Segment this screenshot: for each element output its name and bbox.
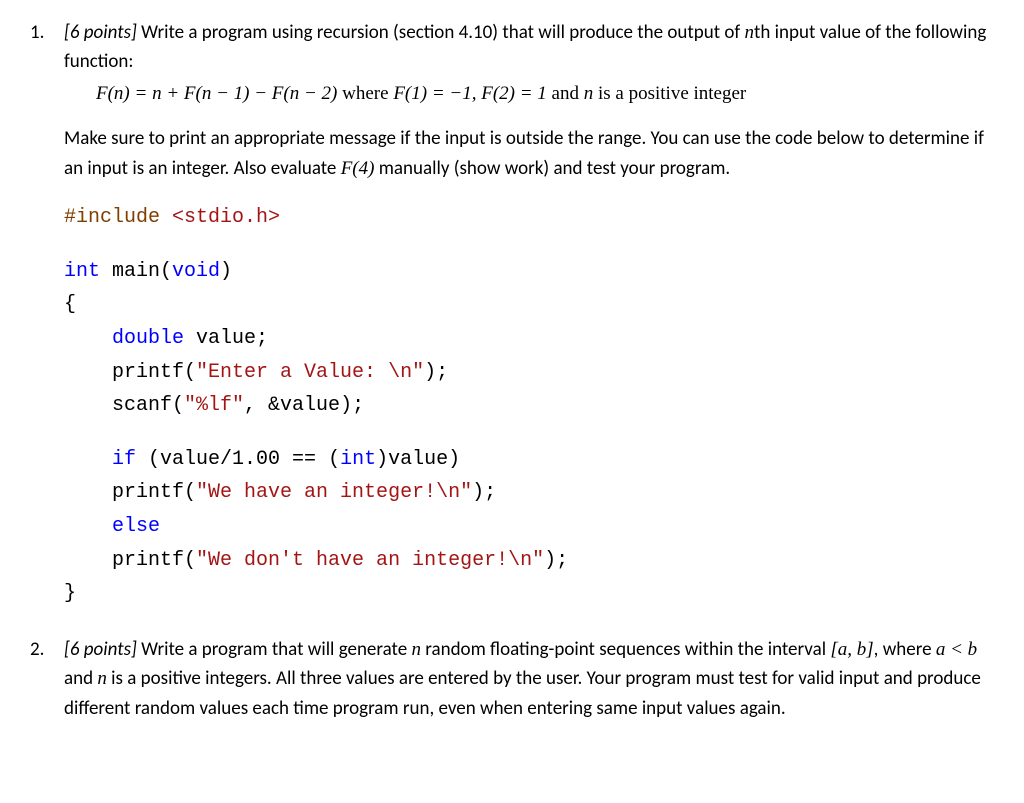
code-printf1-c: );	[424, 361, 448, 384]
code-printf2-str: "We have an integer!\n"	[196, 481, 472, 504]
q1-intro-a: Write a program using recursion (section…	[137, 21, 745, 44]
code-printf2-c: );	[472, 481, 496, 504]
question-2-number: 2.	[30, 635, 64, 664]
question-2-header: 2. [6 points] Write a program that will …	[30, 635, 994, 723]
code-int-kw: int	[64, 260, 100, 283]
code-else-indent	[64, 515, 112, 538]
code-brace-open: {	[64, 293, 76, 316]
question-1-number: 1.	[30, 18, 64, 47]
code-if-indent	[64, 448, 112, 471]
code-include-hdr: <stdio.h>	[172, 206, 280, 229]
code-include-kw: #include	[64, 206, 172, 229]
code-printf1-str: "Enter a Value: \n"	[196, 361, 424, 384]
code-brace-close: }	[64, 582, 76, 605]
q1-formula-main: F(n) = n + F(n − 1) − F(n − 2)	[96, 83, 337, 104]
question-1-points: [6 points]	[64, 21, 137, 44]
q1-para2-b: manually (show work) and test your progr…	[374, 157, 730, 180]
q1-formula-n: n	[584, 83, 594, 104]
code-scanf-a: scanf(	[64, 394, 184, 417]
q2-n: n	[411, 639, 421, 660]
code-printf2-a: printf(	[64, 481, 196, 504]
q2-text-d: and	[64, 667, 97, 690]
q2-interval: [a, b]	[830, 639, 873, 660]
q2-n2: n	[97, 668, 107, 689]
question-2: 2. [6 points] Write a program that will …	[30, 635, 994, 723]
code-else-kw: else	[112, 515, 160, 538]
q2-text-b: random floating-point sequences within t…	[421, 638, 830, 661]
q1-nth-n: n	[745, 22, 755, 43]
q1-formula-cond: F(1) = −1, F(2) = 1	[393, 83, 546, 104]
q1-para2: Make sure to print an appropriate messag…	[64, 124, 994, 183]
q1-formula-tail: is a positive integer	[593, 83, 746, 104]
q1-para2-f4: F(4)	[341, 158, 375, 179]
q1-formula: F(n) = n + F(n − 1) − F(n − 2) where F(1…	[64, 79, 994, 108]
q2-ineq: a < b	[936, 639, 977, 660]
q1-code-block: #include <stdio.h> int main(void) { doub…	[64, 201, 994, 611]
q1-formula-and: and	[547, 83, 584, 104]
code-main-close: )	[220, 260, 232, 283]
question-2-points: [6 points]	[64, 638, 137, 661]
code-printf3-str: "We don't have an integer!\n"	[196, 549, 544, 572]
q2-text-a: Write a program that will generate	[137, 638, 412, 661]
code-scanf-c: , &value);	[244, 394, 364, 417]
code-scanf-str: "%lf"	[184, 394, 244, 417]
code-printf3-a: printf(	[64, 549, 196, 572]
code-l4-indent	[64, 327, 112, 350]
code-printf3-c: );	[544, 549, 568, 572]
code-double-kw: double	[112, 327, 184, 350]
code-if-cond-a: (value/1.00 == (	[136, 448, 340, 471]
code-value-decl: value;	[184, 327, 268, 350]
question-1: 1. [6 points] Write a program using recu…	[30, 18, 994, 611]
code-if-cond-b: )value)	[376, 448, 460, 471]
q2-text-c: , where	[874, 638, 936, 661]
code-printf1-a: printf(	[64, 361, 196, 384]
question-1-body: [6 points] Write a program using recursi…	[64, 18, 994, 122]
code-if-kw: if	[112, 448, 136, 471]
code-int-cast-kw: int	[340, 448, 376, 471]
q2-text-e: is a positive integers. All three values…	[64, 667, 981, 719]
code-main: main(	[100, 260, 172, 283]
code-void-kw: void	[172, 260, 220, 283]
question-1-header: 1. [6 points] Write a program using recu…	[30, 18, 994, 122]
question-2-body: [6 points] Write a program that will gen…	[64, 635, 994, 723]
q1-formula-where: where	[337, 83, 393, 104]
